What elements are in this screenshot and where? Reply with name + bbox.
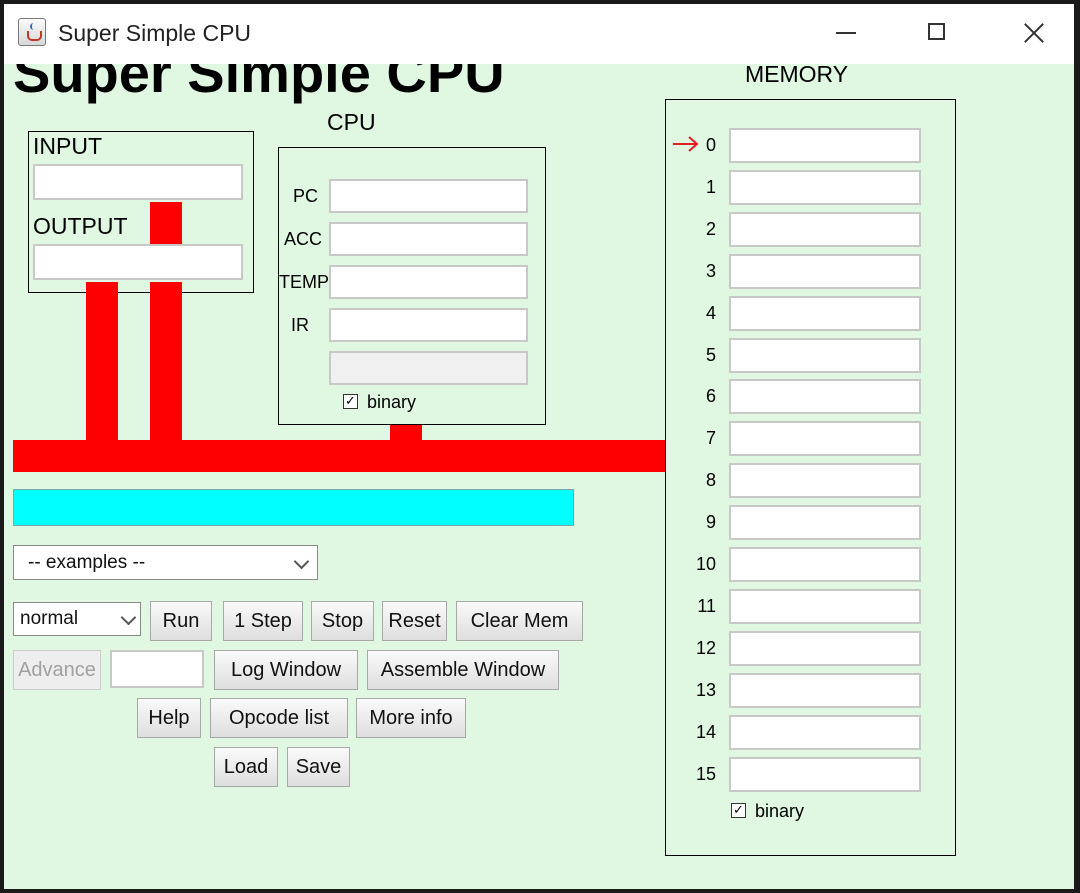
clear-mem-button[interactable]: Clear Mem — [456, 601, 583, 641]
io-bus-connector-output — [150, 282, 182, 442]
window-title: Super Simple CPU — [58, 20, 252, 46]
memory-address-label: 6 — [705, 386, 716, 407]
save-button[interactable]: Save — [287, 747, 350, 787]
memory-cell-field[interactable] — [729, 463, 921, 499]
data-bus — [13, 440, 666, 472]
memory-cell-field[interactable] — [729, 421, 921, 457]
output-label: OUTPUT — [33, 213, 128, 239]
advance-button: Advance — [13, 650, 101, 690]
chevron-down-icon — [293, 553, 310, 570]
temp-register-field[interactable] — [329, 265, 528, 299]
memory-address-label: 7 — [705, 428, 716, 449]
help-button[interactable]: Help — [137, 698, 201, 738]
ir-label: IR — [291, 315, 309, 335]
chevron-down-icon — [120, 609, 137, 626]
memory-cell-field[interactable] — [729, 756, 921, 792]
temp-label: TEMP — [279, 272, 330, 292]
ir-register-field[interactable] — [329, 308, 528, 342]
memory-address-label: 14 — [695, 721, 716, 742]
memory-binary-checkbox[interactable]: ✓ — [731, 803, 746, 818]
speed-select-value: normal — [20, 608, 79, 629]
io-bus-connector-input — [86, 282, 118, 442]
run-button[interactable]: Run — [150, 601, 212, 641]
step-button[interactable]: 1 Step — [223, 601, 303, 641]
memory-cell-field[interactable] — [729, 337, 921, 373]
cpu-binary-label: binary — [367, 392, 417, 412]
advance-input[interactable] — [110, 650, 204, 688]
input-label: INPUT — [33, 133, 102, 159]
app-window: Super Simple CPU Super Simple CPU INPUT … — [4, 4, 1074, 889]
more-info-button[interactable]: More info — [356, 698, 466, 738]
memory-address-label: 0 — [705, 135, 716, 155]
memory-address-label: 10 — [695, 554, 716, 574]
assemble-window-button[interactable]: Assemble Window — [367, 650, 559, 690]
speed-select[interactable]: normal — [13, 602, 141, 636]
stop-button[interactable]: Stop — [311, 601, 374, 641]
pc-label: PC — [293, 186, 319, 206]
memory-cell-field[interactable] — [729, 128, 921, 163]
opcode-list-button[interactable]: Opcode list — [210, 698, 348, 738]
minimize-button[interactable] — [810, 4, 880, 64]
memory-cell-field[interactable] — [729, 505, 921, 541]
maximize-button[interactable] — [902, 4, 972, 64]
memory-address-label: 13 — [695, 679, 716, 700]
message-bar — [13, 489, 574, 526]
examples-select-value: -- examples -- — [28, 552, 146, 573]
memory-address-label: 9 — [705, 512, 716, 533]
memory-cell-field[interactable] — [729, 672, 921, 708]
memory-cell-field[interactable] — [729, 253, 921, 289]
memory-address-label: 11 — [697, 595, 716, 616]
memory-address-label: 12 — [695, 637, 716, 658]
memory-cell-field[interactable] — [729, 379, 921, 415]
memory-cell-field[interactable] — [729, 714, 921, 750]
memory-cell-field[interactable] — [729, 169, 921, 205]
pc-register-field[interactable] — [329, 179, 528, 213]
input-field[interactable] — [33, 164, 243, 200]
memory-cell-field[interactable] — [729, 547, 921, 582]
memory-cell-field[interactable] — [729, 295, 921, 331]
cpu-binary-checkbox[interactable]: ✓ — [343, 394, 358, 409]
cpu-label: CPU — [327, 109, 376, 135]
memory-address-label: 1 — [705, 176, 716, 197]
memory-cell-field[interactable] — [729, 588, 921, 624]
acc-register-field[interactable] — [329, 222, 528, 256]
load-button[interactable]: Load — [214, 747, 278, 787]
output-indicator — [150, 202, 182, 244]
java-cup-icon — [18, 18, 46, 46]
memory-binary-label: binary — [755, 801, 805, 821]
memory-address-label: 3 — [705, 260, 716, 281]
close-button[interactable] — [998, 4, 1068, 64]
memory-address-label: 8 — [705, 470, 716, 491]
acc-label: ACC — [284, 229, 323, 249]
output-field — [33, 244, 243, 280]
ir-decoded-field — [329, 351, 528, 385]
memory-cell-field[interactable] — [729, 630, 921, 666]
memory-address-label: 5 — [705, 344, 716, 365]
reset-button[interactable]: Reset — [382, 601, 447, 641]
memory-address-label: 4 — [705, 302, 716, 323]
memory-cell-field[interactable] — [729, 211, 921, 247]
memory-address-label: 15 — [695, 763, 716, 784]
memory-address-label: 2 — [705, 218, 716, 239]
examples-select[interactable]: -- examples -- — [13, 545, 318, 580]
memory-label: MEMORY — [745, 61, 849, 87]
log-window-button[interactable]: Log Window — [214, 650, 358, 690]
title-bar: Super Simple CPU — [4, 4, 1074, 64]
